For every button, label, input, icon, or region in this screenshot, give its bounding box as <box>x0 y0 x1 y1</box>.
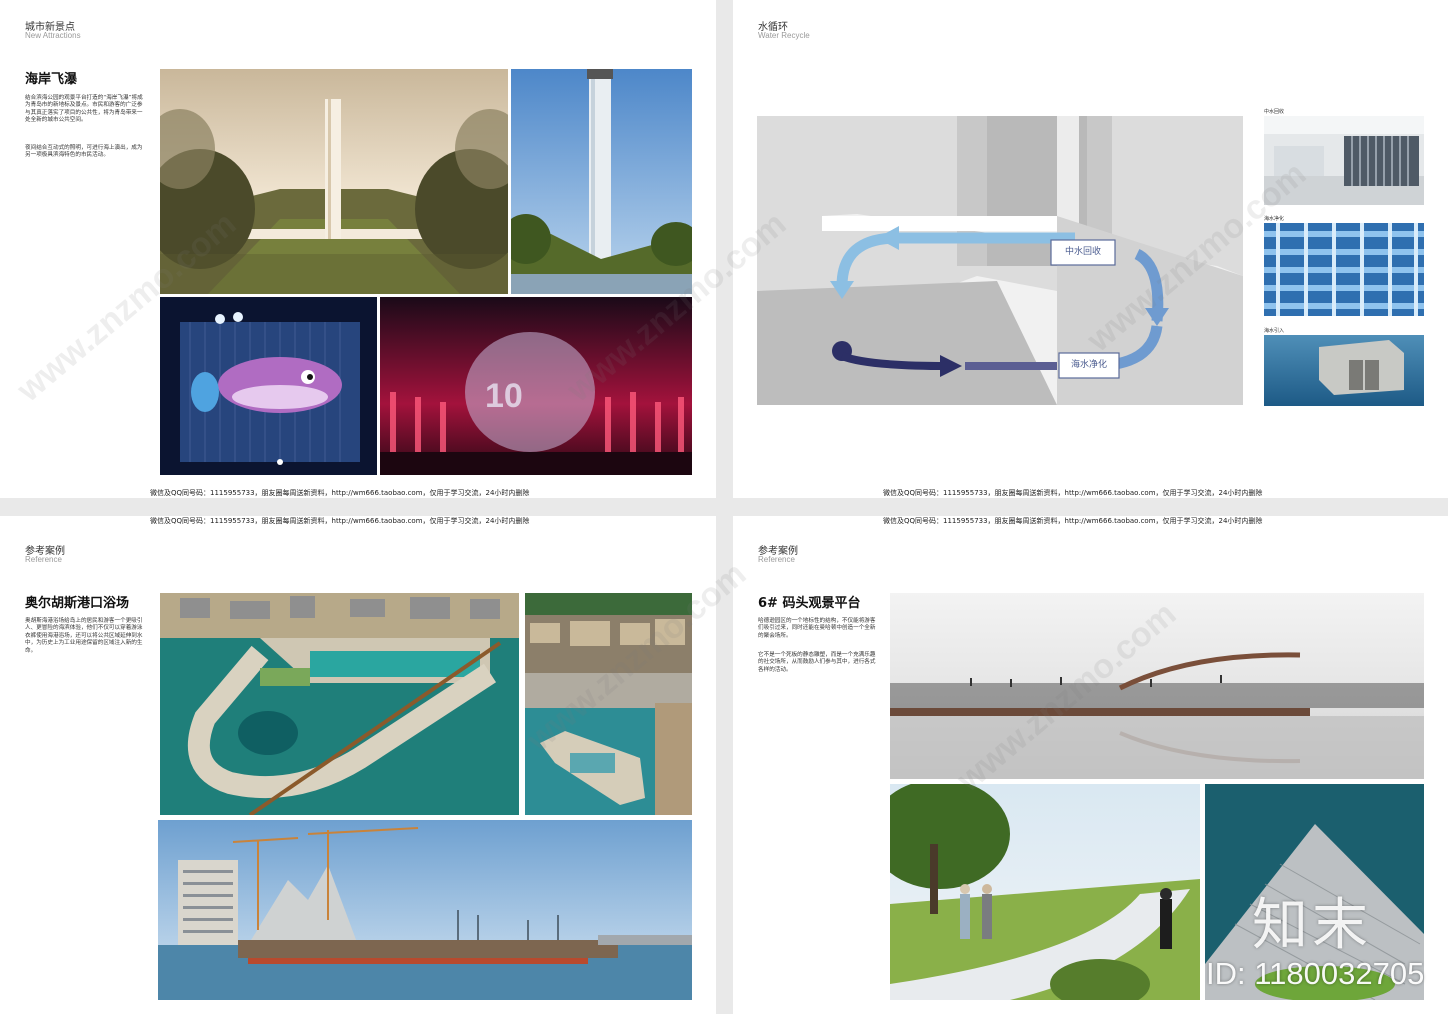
description-paragraph: 结合滨海公园的观景平台打造的“海岸飞瀑”将成为青岛市的新地标及景点。市民和游客的… <box>25 95 143 124</box>
top-strip-cutoff <box>150 0 600 1</box>
footer-note: 微信及QQ同号码：1115955733，朋友圈每周送新资料，http://wm6… <box>883 489 1263 497</box>
description-paragraph: 它不是一个死板的静态雕塑，而是一个充满乐趣的社交场所，从而鼓励人们参与其中，进行… <box>758 652 876 673</box>
photo-seawater-intake <box>1264 335 1424 406</box>
photo-water-curtain-projection <box>160 297 377 475</box>
section-header-en: Reference <box>758 555 795 564</box>
page-title: 奥尔胡斯港口浴场 <box>25 596 130 611</box>
label-desalination: 海水净化 <box>1070 360 1107 370</box>
photo-desalination-membranes <box>1264 223 1424 316</box>
top-strip-cutoff <box>883 0 1333 1</box>
photo-waterfall-garden <box>160 69 508 294</box>
label-reclaimed-water: 中水回收 <box>1064 247 1101 257</box>
photo-waterfront-panorama <box>158 820 692 1000</box>
caption-desalination: 海水净化 <box>1264 216 1285 222</box>
caption-seawater-intake: 海水引入 <box>1264 328 1285 334</box>
caption-reclaimed: 中水回收 <box>1264 109 1285 115</box>
photo-reclaimed-plant <box>1264 116 1424 205</box>
page-title: 6# 码头观景平台 <box>758 596 861 611</box>
water-cycle-diagram: 中水回收 海水净化 <box>757 116 1243 405</box>
top-note: 微信及QQ同号码：1115955733，朋友圈每周送新资料，http://wm6… <box>883 517 1263 525</box>
description-paragraph: 哈德逊园区的一个地标性的结构，不仅能将游客们吸引过来，同时还能在曼哈顿中创造一个… <box>758 618 876 639</box>
photo-waterfall-tower <box>511 69 692 294</box>
section-header-en: Water Recycle <box>758 31 810 40</box>
description-paragraph: 奥胡斯海港浴场给岛上的居民和游客一个更吸引人、更冒险的海滨体验，他们不仅可以穿着… <box>25 618 143 654</box>
page-new-attractions: 城市新景点 New Attractions 海岸飞瀑 结合滨海公园的观景平台打造… <box>0 0 716 498</box>
top-note: 微信及QQ同号码：1115955733，朋友圈每周送新资料，http://wm6… <box>150 517 530 525</box>
watermark-id: ID: 1180032705 <box>1206 956 1425 991</box>
svg-text:10: 10 <box>485 377 523 415</box>
photo-pier-platform <box>890 593 1424 779</box>
photo-fountain-show: 10 <box>380 297 692 475</box>
page-reference-pier6: 微信及QQ同号码：1115955733，朋友圈每周送新资料，http://wm6… <box>733 516 1448 1014</box>
page-reference-aarhus: 微信及QQ同号码：1115955733，朋友圈每周送新资料，http://wm6… <box>0 516 716 1014</box>
photo-harbour-bath-aerial <box>160 593 519 815</box>
photo-park-walkway <box>890 784 1200 1000</box>
description-paragraph: 夜间结合互动式的照明，可进行海上演出，成为另一项极具滨海特色的市民活动。 <box>25 145 143 159</box>
section-header-en: Reference <box>25 555 62 564</box>
photo-harbour-city <box>525 593 692 815</box>
section-header-en: New Attractions <box>25 31 81 40</box>
page-water-recycle: 水循环 Water Recycle 中水回收 海水净化 中水回收 海水净化 海水… <box>733 0 1448 498</box>
page-title: 海岸飞瀑 <box>25 72 78 87</box>
footer-note: 微信及QQ同号码：1115955733，朋友圈每周送新资料，http://wm6… <box>150 489 530 497</box>
watermark-brand: 知末 <box>1252 893 1372 958</box>
